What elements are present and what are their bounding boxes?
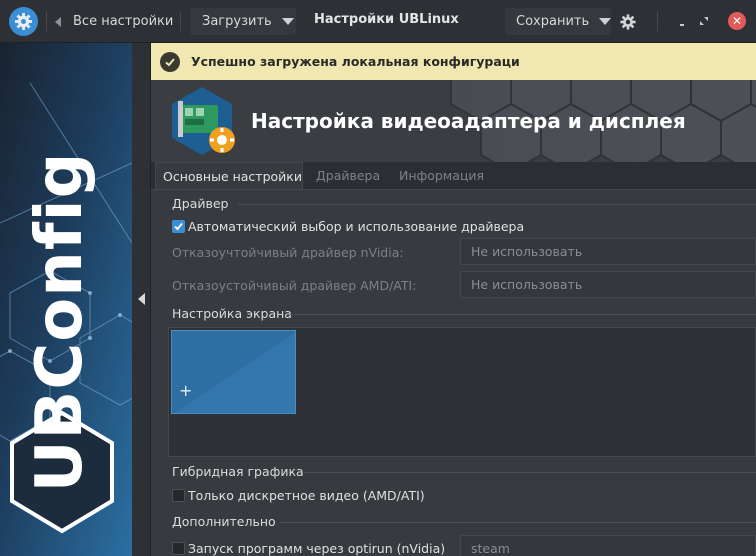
section-divider	[304, 472, 756, 473]
section-divider	[280, 522, 756, 523]
amd-driver-label: Отказоустойчивый драйвер AMD/ATI:	[172, 278, 417, 293]
save-label: Сохранить	[516, 14, 590, 29]
maximize-icon	[700, 17, 708, 25]
section-divider	[238, 204, 756, 205]
back-arrow-icon	[55, 16, 61, 27]
check-circle-icon	[160, 51, 180, 72]
driver-section-label: Драйвер	[172, 196, 229, 211]
tab-basic-settings[interactable]: Основные настройки	[155, 162, 303, 189]
page-title: Настройка видеоадаптера и дисплея	[251, 109, 686, 133]
tab-bar: Основные настройки Драйвера Информация	[151, 162, 756, 189]
collapse-left-icon	[138, 293, 145, 305]
amd-driver-select[interactable]: Не использовать	[460, 271, 756, 298]
tab-drivers[interactable]: Драйвера	[316, 162, 380, 189]
screen-section-label: Настройка экрана	[172, 306, 292, 321]
discrete-video-checkbox[interactable]	[172, 489, 185, 502]
sidebar-collapse-handle[interactable]	[132, 43, 151, 556]
discrete-video-label[interactable]: Только дискретное видео (AMD/ATI)	[188, 488, 425, 503]
all-settings-label: Все настройки	[73, 14, 174, 29]
minimize-button[interactable]	[677, 16, 687, 26]
window-title: Настройки UBLinux	[314, 12, 459, 27]
monitor-gradient	[174, 332, 295, 413]
section-divider	[290, 314, 756, 315]
gear-icon[interactable]	[617, 9, 639, 34]
hybrid-section-label: Гибридная графика	[172, 464, 304, 479]
nvidia-driver-select[interactable]: Не использовать	[460, 238, 756, 265]
close-button[interactable]: ✕	[728, 12, 746, 30]
notification-bar: Успешно загружена локальная конфигураци	[151, 43, 756, 80]
settings-content: Драйвер Автоматический выбор и использов…	[151, 189, 756, 556]
auto-driver-label[interactable]: Автоматический выбор и использование дра…	[188, 219, 524, 234]
maximize-button[interactable]	[698, 15, 710, 27]
brand-text: UBConfig	[23, 151, 97, 493]
video-adapter-icon	[172, 87, 235, 155]
minimize-icon	[680, 24, 684, 26]
screen-layout-area: +	[168, 327, 756, 457]
page-banner: Настройка видеоадаптера и дисплея	[151, 80, 756, 162]
close-icon: ✕	[731, 14, 743, 28]
add-display-icon[interactable]: +	[179, 383, 192, 399]
header-bar: Все настройки Загрузить Настройки UBLinu…	[0, 0, 756, 43]
brand-sidebar: UBConfig	[0, 43, 132, 556]
header-separator	[657, 12, 658, 31]
check-icon	[174, 222, 183, 231]
tab-information[interactable]: Информация	[399, 162, 484, 189]
app-settings-icon	[9, 7, 38, 36]
load-label: Загрузить	[202, 14, 272, 29]
monitor-tile[interactable]: +	[171, 330, 296, 414]
header-separator	[46, 12, 47, 31]
notification-text: Успешно загружена локальная конфигураци	[191, 54, 520, 69]
chevron-down-icon	[281, 18, 294, 25]
nvidia-driver-label: Отказоучтойчивый драйвер nVidia:	[172, 245, 404, 260]
load-menu-button[interactable]: Загрузить	[190, 8, 296, 35]
auto-driver-checkbox[interactable]	[172, 220, 185, 233]
optirun-checkbox[interactable]	[172, 542, 185, 555]
all-settings-back-button[interactable]: Все настройки	[55, 8, 173, 35]
chevron-down-icon	[599, 18, 612, 25]
extra-section-label: Дополнительно	[172, 514, 276, 529]
optirun-label[interactable]: Запуск программ через optirun (nVidia)	[188, 541, 445, 556]
optirun-program-input[interactable]: steam	[460, 535, 756, 556]
save-menu-button[interactable]: Сохранить	[505, 8, 612, 35]
header-separator	[180, 12, 181, 31]
